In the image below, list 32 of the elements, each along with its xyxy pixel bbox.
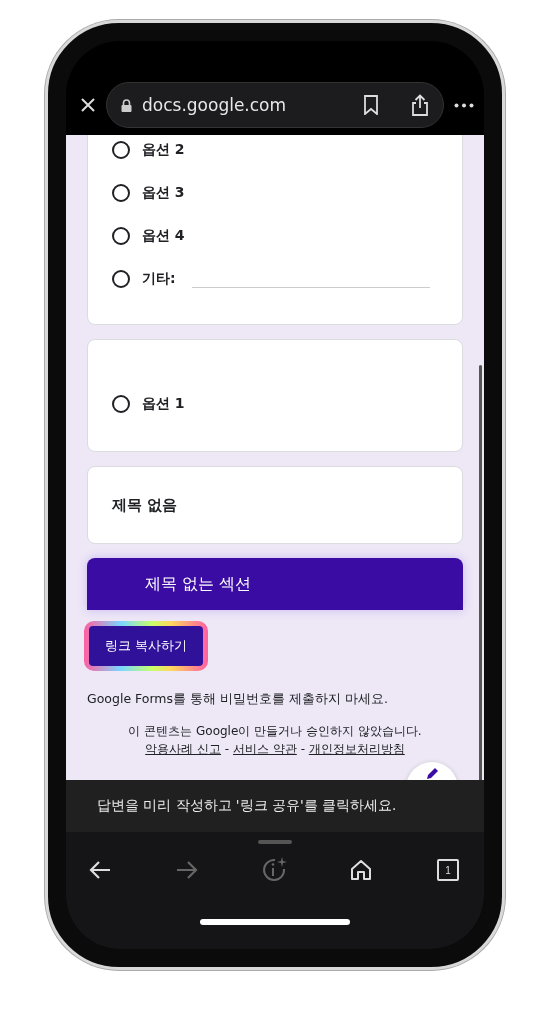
radio-button[interactable]: [112, 226, 130, 245]
share-icon[interactable]: [411, 94, 429, 116]
option-label: 옵션 3: [142, 183, 185, 202]
toast-message: 답변을 미리 작성하고 '링크 공유'를 클릭하세요.: [66, 780, 484, 832]
url-text: docs.google.com: [142, 95, 288, 115]
option-label: 옵션 1: [142, 394, 185, 413]
home-icon: [350, 859, 372, 881]
footer-link[interactable]: 악용사례 신고: [145, 742, 222, 756]
radio-button[interactable]: [112, 394, 130, 413]
card-title: 제목 없음: [112, 496, 178, 514]
disclaimer-text: 이 콘텐츠는 Google이 만들거나 승인하지 않았습니다. 악용사례 신고 - 서비스 약관 - 개인정보처리방침: [127, 723, 423, 758]
radio-button[interactable]: [112, 183, 130, 202]
footer-link[interactable]: 개인정보처리방침: [308, 742, 405, 756]
tabs-button[interactable]: 1: [430, 852, 466, 888]
close-icon[interactable]: [80, 97, 96, 113]
warning-text: Google Forms를 통해 비밀번호를 제출하지 마세요.: [87, 691, 389, 708]
forward-arrow-icon: [175, 860, 199, 880]
more-icon[interactable]: [454, 102, 474, 108]
grab-handle[interactable]: [258, 840, 292, 844]
option-label: 옵션 2: [142, 140, 185, 159]
back-arrow-icon: [88, 860, 112, 880]
address-bar[interactable]: docs.google.com: [106, 82, 444, 128]
radio-button[interactable]: [112, 269, 130, 288]
footer-link[interactable]: 서비스 약관: [233, 742, 297, 756]
lock-icon: [121, 98, 132, 112]
section-title: 제목 없는 섹션: [145, 573, 252, 595]
option-label: 옵션 4: [142, 226, 185, 245]
bookmark-icon[interactable]: [363, 95, 379, 115]
option-label: 기타:: [142, 269, 176, 288]
info-sparkle-icon: [260, 856, 288, 884]
radio-button[interactable]: [112, 140, 130, 159]
copy-link-button[interactable]: 링크 복사하기: [89, 626, 204, 666]
